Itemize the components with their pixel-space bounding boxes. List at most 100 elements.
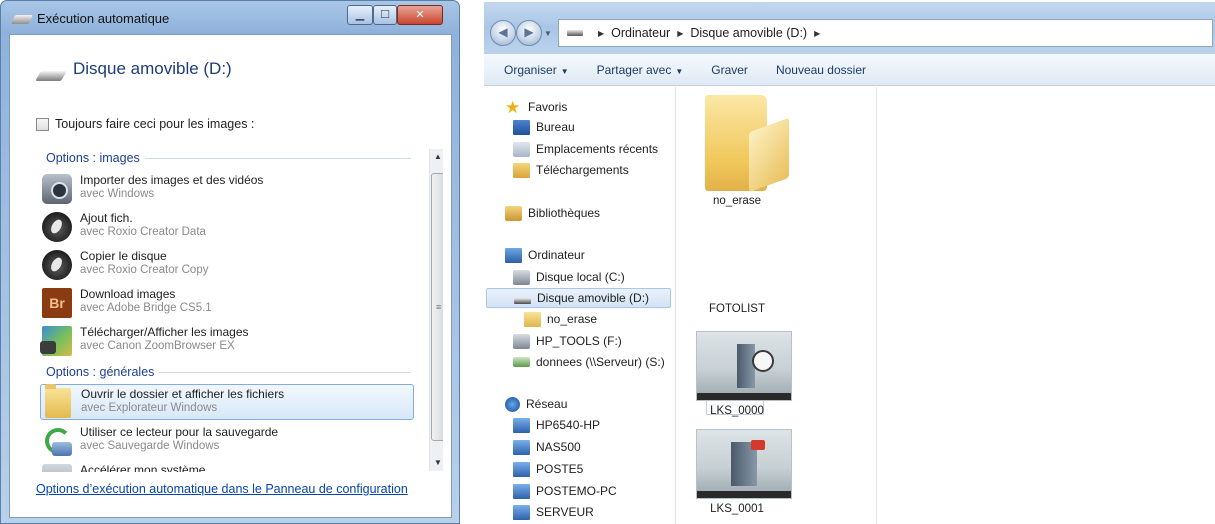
nav-network-pc[interactable]: HP6540-HP: [513, 415, 600, 435]
control-panel-link[interactable]: Options d’exécution automatique dans le …: [36, 482, 408, 496]
roxio-icon: [42, 212, 72, 242]
roxio-icon: [42, 250, 72, 280]
option-title: Copier le disque: [80, 249, 167, 263]
file-item-image[interactable]: LKS_0001: [677, 429, 797, 521]
computer-icon: [505, 247, 522, 263]
hard-drive-icon: [513, 269, 530, 285]
computer-icon: [513, 461, 530, 477]
autoplay-content: Disque amovible (D:) Toujours faire ceci…: [9, 34, 452, 518]
folder-icon: [45, 384, 71, 418]
nav-computer[interactable]: Ordinateur: [505, 245, 585, 265]
network-icon: [505, 396, 520, 412]
adobe-bridge-icon: Br: [42, 288, 72, 318]
nav-network-pc[interactable]: POSTEMO-PC: [513, 481, 617, 501]
option-subtitle: avec Roxio Creator Copy: [80, 264, 209, 276]
nav-network-pc[interactable]: POSTE5: [513, 459, 583, 479]
burn-button[interactable]: Graver: [711, 63, 748, 77]
history-dropdown-icon[interactable]: ▼: [544, 29, 552, 38]
nav-network-pc[interactable]: NAS500: [513, 437, 581, 457]
folder-icon: [524, 311, 541, 327]
new-folder-button[interactable]: Nouveau dossier: [776, 63, 866, 77]
libraries-icon: [505, 205, 522, 221]
checkbox-box[interactable]: [36, 117, 49, 131]
nav-removable-drive[interactable]: Disque amovible (D:): [486, 288, 671, 308]
chevron-down-icon: ▼: [560, 66, 569, 76]
chevron-right-icon[interactable]: ▶: [677, 29, 683, 38]
file-item-image[interactable]: LKS_0000: [677, 331, 797, 423]
always-do-this-checkbox[interactable]: Toujours faire ceci pour les images :: [36, 117, 254, 131]
option-title: Ouvrir le dossier et afficher les fichie…: [81, 387, 285, 401]
nav-network[interactable]: Réseau: [505, 394, 567, 414]
breadcrumb-removable-drive[interactable]: Disque amovible (D:): [690, 26, 807, 40]
autoplay-titlebar[interactable]: Exécution automatique ▁ ☐ ✕: [1, 1, 459, 37]
nav-local-disk[interactable]: Disque local (C:): [513, 267, 625, 287]
option-download-images[interactable]: Br Download images avec Adobe Bridge CS5…: [40, 285, 414, 321]
drive-title: Disque amovible (D:): [73, 59, 232, 78]
nav-desktop[interactable]: Bureau: [513, 117, 575, 137]
section-label: Options : générales: [46, 365, 155, 379]
drive-icon: [513, 333, 530, 349]
vertical-scrollbar[interactable]: ▲ ≡ ▼: [429, 149, 443, 471]
scroll-thumb[interactable]: ≡: [431, 173, 443, 441]
close-button[interactable]: ✕: [397, 5, 443, 25]
option-subtitle: avec Windows: [80, 188, 155, 200]
canon-zoombrowser-icon: [40, 326, 72, 356]
file-name: LKS_0000: [710, 405, 764, 417]
computer-icon: [513, 504, 530, 520]
star-icon: ★: [505, 97, 521, 117]
option-view-images[interactable]: Télécharger/Afficher les images avec Can…: [40, 323, 414, 359]
nav-downloads[interactable]: Téléchargements: [513, 160, 629, 180]
chevron-down-icon: ▼: [675, 66, 684, 76]
file-item-folder[interactable]: no_erase: [677, 87, 797, 209]
option-copy-disc[interactable]: Copier le disque avec Roxio Creator Copy: [40, 247, 414, 283]
nav-no-erase-folder[interactable]: no_erase: [524, 309, 597, 329]
recent-places-icon: [513, 141, 530, 157]
backup-icon: [42, 426, 72, 456]
window-title: Exécution automatique: [37, 11, 170, 26]
file-name: FOTOLIST: [708, 303, 766, 315]
desktop-icon: [513, 119, 530, 135]
nav-favorites[interactable]: ★ Favoris: [505, 97, 567, 117]
computer-icon: [513, 439, 530, 455]
organize-button[interactable]: Organiser ▼: [504, 63, 569, 77]
forward-button[interactable]: ▶: [516, 20, 542, 46]
section-header-general: Options : générales: [46, 365, 411, 379]
chevron-right-icon[interactable]: ▶: [814, 29, 820, 38]
option-subtitle: avec Canon ZoomBrowser EX: [80, 340, 235, 352]
system-icon: [42, 464, 72, 472]
chevron-right-icon[interactable]: ▶: [598, 29, 604, 38]
removable-drive-icon: [35, 71, 67, 81]
file-name: LKS_0001: [710, 503, 764, 515]
option-open-folder[interactable]: Ouvrir le dossier et afficher les fichie…: [40, 384, 414, 420]
removable-drive-icon: [567, 30, 583, 36]
option-import-images[interactable]: Importer des images et des vidéos avec W…: [40, 171, 414, 207]
option-title: Accélérer mon système: [80, 463, 206, 472]
section-header-images: Options : images: [46, 151, 411, 165]
maximize-button[interactable]: ☐: [373, 5, 397, 25]
option-title: Télécharger/Afficher les images: [80, 325, 249, 339]
scroll-up-arrow-icon[interactable]: ▲: [430, 149, 443, 165]
removable-drive-icon: [514, 297, 531, 304]
share-with-button[interactable]: Partager avec ▼: [597, 63, 684, 77]
address-breadcrumb[interactable]: ▶ Ordinateur ▶ Disque amovible (D:) ▶: [558, 19, 1213, 47]
minimize-button[interactable]: ▁: [347, 5, 373, 25]
nav-libraries[interactable]: Bibliothèques: [505, 203, 600, 223]
scroll-down-arrow-icon[interactable]: ▼: [430, 455, 443, 471]
breadcrumb-computer[interactable]: Ordinateur: [611, 26, 670, 40]
section-label: Options : images: [46, 151, 140, 165]
option-use-for-backup[interactable]: Utiliser ce lecteur pour la sauvegarde a…: [40, 423, 414, 459]
option-subtitle: avec Sauvegarde Windows: [80, 440, 220, 452]
option-title: Utiliser ce lecteur pour la sauvegarde: [80, 425, 279, 439]
folder-icon: [705, 95, 767, 191]
nav-network-drive[interactable]: donnees (\\Serveur) (S:): [513, 352, 665, 372]
file-item-document[interactable]: FOTOLIST: [677, 209, 797, 415]
option-add-files[interactable]: Ajout fich. avec Roxio Creator Data: [40, 209, 414, 245]
nav-network-pc[interactable]: SERVEUR: [513, 502, 594, 522]
camera-icon: [42, 174, 72, 204]
back-button[interactable]: ◀: [490, 20, 516, 46]
nav-hp-tools[interactable]: HP_TOOLS (F:): [513, 331, 622, 351]
option-speed-up-system[interactable]: Accélérer mon système: [40, 461, 414, 472]
removable-drive-icon: [10, 15, 34, 24]
option-subtitle: avec Roxio Creator Data: [80, 226, 206, 238]
nav-recent-places[interactable]: Emplacements récents: [513, 139, 658, 159]
